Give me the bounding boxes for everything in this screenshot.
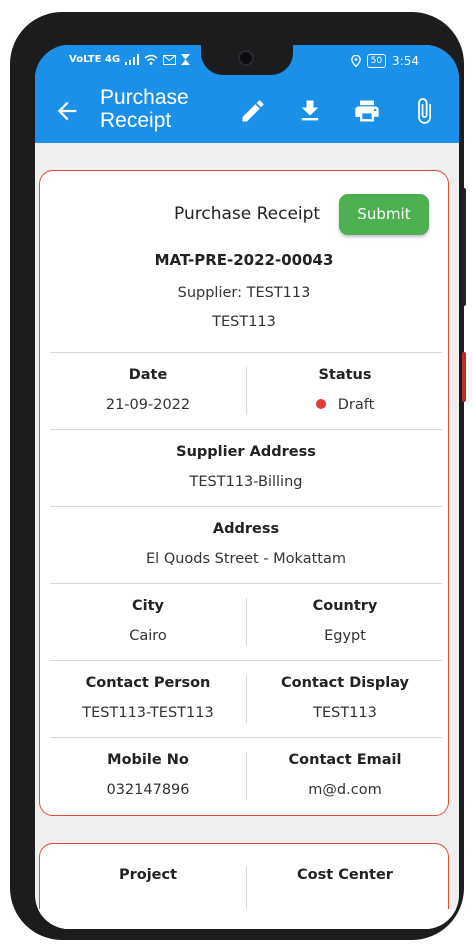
mobile-label: Mobile No bbox=[107, 752, 189, 768]
status-dot bbox=[315, 399, 326, 409]
back-arrow-icon[interactable] bbox=[53, 97, 81, 125]
mail-icon bbox=[163, 54, 177, 65]
contact-person-value: TEST113-TEST113 bbox=[82, 705, 214, 721]
app-bar: Purchase Receipt bbox=[35, 79, 459, 143]
battery-icon: 50 bbox=[366, 54, 387, 68]
address-label: Address bbox=[212, 521, 280, 537]
contact-email-value: m@d.com bbox=[308, 782, 382, 798]
supplier-name: TEST113 bbox=[212, 314, 276, 330]
date-label: Date bbox=[128, 367, 168, 383]
contact-person-label: Contact Person bbox=[85, 675, 211, 691]
power-button bbox=[462, 188, 466, 306]
edit-pencil-icon[interactable] bbox=[239, 97, 267, 125]
mobile-value: 032147896 bbox=[106, 782, 190, 798]
submit-button[interactable]: Submit bbox=[339, 194, 429, 235]
volume-button bbox=[462, 352, 466, 402]
status-value: Draft bbox=[247, 397, 443, 413]
signal-icon bbox=[125, 54, 140, 65]
attachment-icon[interactable] bbox=[410, 97, 438, 125]
screen: VoLTE 4G 50 3:54 Purchase Receipt Purcha… bbox=[35, 45, 459, 929]
app-title: Purchase Receipt bbox=[100, 86, 189, 132]
city-value: Cairo bbox=[129, 628, 167, 644]
status-text: Draft bbox=[337, 397, 375, 413]
divider bbox=[50, 352, 442, 353]
network-label: VoLTE 4G bbox=[69, 54, 121, 65]
phone-frame: VoLTE 4G 50 3:54 Purchase Receipt Purcha… bbox=[10, 12, 466, 940]
column-divider bbox=[246, 866, 247, 914]
column-divider bbox=[246, 675, 247, 723]
receipt-number: MAT-PRE-2022-00043 bbox=[154, 251, 334, 269]
contact-email-label: Contact Email bbox=[288, 752, 402, 768]
status-bar: VoLTE 4G 50 3:54 bbox=[35, 45, 459, 79]
address-value: El Quods Street - Mokattam bbox=[146, 551, 346, 567]
status-label: Status bbox=[318, 367, 372, 383]
divider bbox=[50, 660, 442, 661]
supplier-address-value: TEST113-Billing bbox=[189, 474, 303, 490]
column-divider bbox=[246, 367, 247, 415]
divider bbox=[50, 583, 442, 584]
page-content: Purchase Receipt Submit MAT-PRE-2022-000… bbox=[35, 143, 459, 929]
project-label: Project bbox=[118, 867, 178, 883]
column-divider bbox=[246, 598, 247, 646]
status-left: VoLTE 4G bbox=[69, 54, 191, 65]
camera-notch bbox=[201, 45, 293, 75]
receipt-heading: Purchase Receipt bbox=[174, 204, 321, 224]
download-icon[interactable] bbox=[296, 97, 324, 125]
wifi-icon bbox=[144, 54, 158, 65]
contact-display-label: Contact Display bbox=[281, 675, 409, 691]
cost-center-label: Cost Center bbox=[297, 867, 393, 883]
receipt-card: Purchase Receipt Submit MAT-PRE-2022-000… bbox=[39, 170, 449, 816]
hourglass-icon bbox=[181, 54, 191, 65]
location-icon bbox=[350, 55, 361, 67]
country-value: Egypt bbox=[324, 628, 366, 644]
divider bbox=[50, 506, 442, 507]
date-value: 21-09-2022 bbox=[105, 397, 191, 413]
supplier-address-label: Supplier Address bbox=[176, 444, 316, 460]
print-icon[interactable] bbox=[353, 97, 381, 125]
country-label: Country bbox=[312, 598, 378, 614]
bottom-bar bbox=[35, 909, 459, 929]
camera-icon bbox=[238, 50, 254, 66]
column-divider bbox=[246, 752, 247, 800]
divider bbox=[50, 737, 442, 738]
status-time: 3:54 bbox=[392, 54, 419, 68]
status-right: 50 3:54 bbox=[350, 54, 419, 68]
city-label: City bbox=[132, 598, 164, 614]
supplier-line: Supplier: TEST113 bbox=[177, 285, 311, 301]
divider bbox=[50, 429, 442, 430]
contact-display-value: TEST113 bbox=[313, 705, 377, 721]
